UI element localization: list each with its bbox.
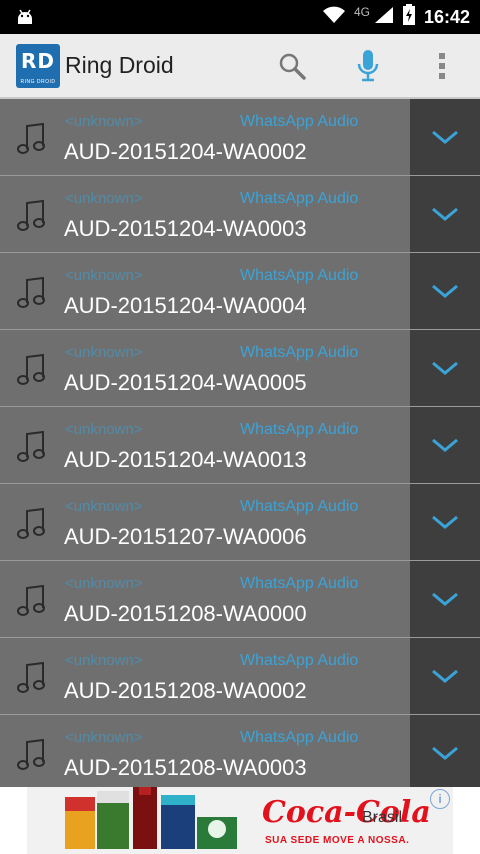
music-note-icon — [16, 352, 48, 388]
chevron-down-icon — [432, 361, 458, 375]
ad-creative[interactable]: Coca-Cola Brasil SUA SEDE MOVE A NOSSA. — [27, 787, 453, 854]
list-item[interactable]: <unknown> WhatsApp Audio AUD-20151204-WA… — [0, 330, 480, 407]
status-bar: 4G 16:42 — [0, 0, 480, 34]
list-item-main[interactable]: <unknown> WhatsApp Audio AUD-20151204-WA… — [0, 176, 409, 252]
music-note-icon — [16, 275, 48, 311]
action-bar: RD RING DROID Ring Droid — [0, 34, 480, 99]
list-item-main[interactable]: <unknown> WhatsApp Audio AUD-20151204-WA… — [0, 99, 409, 175]
chevron-down-icon — [432, 130, 458, 144]
list-item-main[interactable]: <unknown> WhatsApp Audio AUD-20151204-WA… — [0, 407, 409, 483]
ad-banner[interactable]: Coca-Cola Brasil SUA SEDE MOVE A NOSSA. … — [0, 787, 480, 854]
artist-label: <unknown> — [65, 113, 143, 130]
music-note-icon — [16, 506, 48, 542]
ad-info-icon[interactable]: i — [430, 789, 450, 809]
artist-label: <unknown> — [65, 344, 143, 361]
track-title: AUD-20151207-WA0006 — [64, 524, 307, 549]
signal-icon — [374, 6, 394, 29]
battery-icon — [402, 3, 416, 31]
overflow-menu-icon[interactable] — [422, 46, 462, 86]
expand-button[interactable] — [410, 99, 480, 175]
track-title: AUD-20151204-WA0003 — [64, 216, 307, 241]
album-label: WhatsApp Audio — [240, 190, 359, 207]
ad-brand-sub: Brasil — [362, 809, 403, 826]
artist-label: <unknown> — [65, 190, 143, 207]
album-label: WhatsApp Audio — [240, 498, 359, 515]
list-item-main[interactable]: <unknown> WhatsApp Audio AUD-20151207-WA… — [0, 484, 409, 560]
music-note-icon — [16, 121, 48, 157]
chevron-down-icon — [432, 515, 458, 529]
ringtone-list: <unknown> WhatsApp Audio AUD-20151204-WA… — [0, 99, 480, 787]
artist-label: <unknown> — [65, 575, 143, 592]
album-label: WhatsApp Audio — [240, 575, 359, 592]
chevron-down-icon — [432, 592, 458, 606]
android-icon — [14, 6, 36, 28]
list-item[interactable]: <unknown> WhatsApp Audio AUD-20151208-WA… — [0, 561, 480, 638]
chevron-down-icon — [432, 669, 458, 683]
expand-button[interactable] — [410, 407, 480, 483]
album-label: WhatsApp Audio — [240, 652, 359, 669]
ad-brand: Coca-Cola — [262, 795, 431, 830]
microphone-icon[interactable] — [348, 46, 388, 86]
list-item[interactable]: <unknown> WhatsApp Audio AUD-20151208-WA… — [0, 638, 480, 715]
search-icon[interactable] — [272, 46, 312, 86]
list-item-main[interactable]: <unknown> WhatsApp Audio AUD-20151208-WA… — [0, 715, 409, 787]
expand-button[interactable] — [410, 176, 480, 252]
list-item-main[interactable]: <unknown> WhatsApp Audio AUD-20151204-WA… — [0, 330, 409, 406]
artist-label: <unknown> — [65, 267, 143, 284]
track-title: AUD-20151204-WA0002 — [64, 139, 307, 164]
ad-tagline: SUA SEDE MOVE A NOSSA. — [265, 835, 410, 846]
artist-label: <unknown> — [65, 498, 143, 515]
artist-label: <unknown> — [65, 729, 143, 746]
expand-button[interactable] — [410, 561, 480, 637]
track-title: AUD-20151204-WA0004 — [64, 293, 307, 318]
chevron-down-icon — [432, 207, 458, 221]
list-item[interactable]: <unknown> WhatsApp Audio AUD-20151204-WA… — [0, 407, 480, 484]
expand-button[interactable] — [410, 484, 480, 560]
list-item[interactable]: <unknown> WhatsApp Audio AUD-20151204-WA… — [0, 99, 480, 176]
chevron-down-icon — [432, 284, 458, 298]
track-title: AUD-20151208-WA0003 — [64, 755, 307, 780]
list-item-main[interactable]: <unknown> WhatsApp Audio AUD-20151204-WA… — [0, 253, 409, 329]
chevron-down-icon — [432, 438, 458, 452]
page-title: Ring Droid — [65, 52, 174, 78]
list-item[interactable]: <unknown> WhatsApp Audio AUD-20151208-WA… — [0, 715, 480, 787]
music-note-icon — [16, 737, 48, 773]
album-label: WhatsApp Audio — [240, 344, 359, 361]
album-label: WhatsApp Audio — [240, 113, 359, 130]
wifi-icon — [322, 6, 346, 29]
expand-button[interactable] — [410, 253, 480, 329]
expand-button[interactable] — [410, 715, 480, 787]
list-item[interactable]: <unknown> WhatsApp Audio AUD-20151207-WA… — [0, 484, 480, 561]
list-item[interactable]: <unknown> WhatsApp Audio AUD-20151204-WA… — [0, 253, 480, 330]
list-item-main[interactable]: <unknown> WhatsApp Audio AUD-20151208-WA… — [0, 561, 409, 637]
album-label: WhatsApp Audio — [240, 267, 359, 284]
artist-label: <unknown> — [65, 652, 143, 669]
app-logo[interactable]: RD RING DROID — [16, 44, 60, 88]
list-item-main[interactable]: <unknown> WhatsApp Audio AUD-20151208-WA… — [0, 638, 409, 714]
list-item[interactable]: <unknown> WhatsApp Audio AUD-20151204-WA… — [0, 176, 480, 253]
logo-subtext: RING DROID — [20, 79, 56, 85]
music-note-icon — [16, 583, 48, 619]
track-title: AUD-20151204-WA0013 — [64, 447, 307, 472]
expand-button[interactable] — [410, 330, 480, 406]
network-type: 4G — [353, 5, 370, 19]
music-note-icon — [16, 429, 48, 465]
chevron-down-icon — [432, 746, 458, 760]
expand-button[interactable] — [410, 638, 480, 714]
track-title: AUD-20151204-WA0005 — [64, 370, 307, 395]
album-label: WhatsApp Audio — [240, 729, 359, 746]
product-image — [65, 787, 237, 849]
track-title: AUD-20151208-WA0002 — [64, 678, 307, 703]
music-note-icon — [16, 660, 48, 696]
clock: 16:42 — [423, 6, 470, 27]
album-label: WhatsApp Audio — [240, 421, 359, 438]
music-note-icon — [16, 198, 48, 234]
artist-label: <unknown> — [65, 421, 143, 438]
logo-text: RD — [20, 49, 55, 73]
track-title: AUD-20151208-WA0000 — [64, 601, 307, 626]
